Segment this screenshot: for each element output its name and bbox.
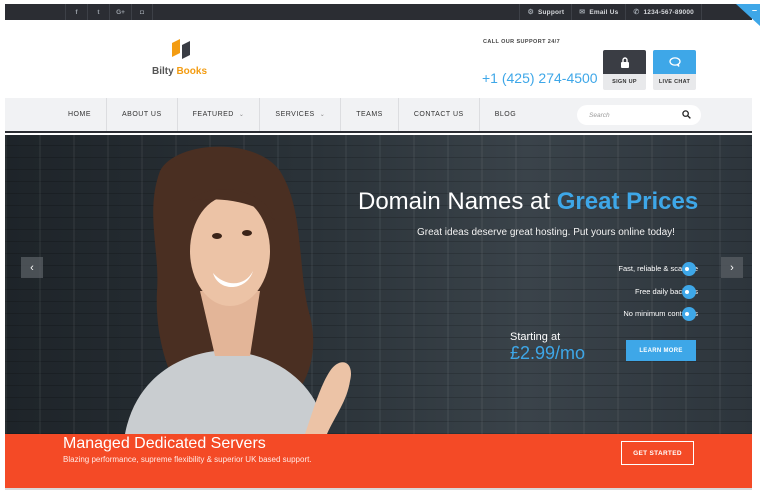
search-input[interactable] xyxy=(589,108,679,122)
nav-items: HOME ABOUT US FEATURED ⌄ SERVICES ⌄ TEAMS … xyxy=(53,98,531,131)
logo-text[interactable]: Bilty Books xyxy=(152,66,207,77)
banner-title: Managed Dedicated Servers xyxy=(63,435,266,452)
nav-item-services[interactable]: SERVICES ⌄ xyxy=(260,98,342,131)
divider xyxy=(5,488,752,490)
minus-icon: – xyxy=(751,5,757,15)
chevron-left-icon: ‹ xyxy=(30,261,34,274)
logo-text-accent: Books xyxy=(176,66,208,77)
chevron-down-icon: ⌄ xyxy=(319,112,326,118)
live-chat-button[interactable]: LIVE CHAT xyxy=(653,50,696,90)
search-box xyxy=(577,105,701,125)
top-contact-links: ⚙ Support ✉ Email Us ✆ 1234-567-89000 xyxy=(519,4,702,20)
search-icon[interactable] xyxy=(682,110,691,119)
feature-bullet-icon xyxy=(682,307,696,321)
phone-link-label: 1234-567-89000 xyxy=(643,8,694,16)
slider-prev-button[interactable]: ‹ xyxy=(21,257,43,278)
social-links: f t G+ ◘ xyxy=(65,4,153,20)
top-bar: f t G+ ◘ ⚙ Support ✉ Email Us ✆ 1234-567… xyxy=(5,4,752,20)
logo-text-main: Bilty xyxy=(152,66,174,77)
twitter-icon[interactable]: t xyxy=(87,4,109,20)
nav-item-label: FEATURED xyxy=(192,111,234,118)
support-link[interactable]: ⚙ Support xyxy=(519,4,571,20)
hero-title-accent: Great Prices xyxy=(556,188,699,215)
support-phone[interactable]: +1 (425) 274-4500 xyxy=(482,70,598,86)
envelope-icon: ✉ xyxy=(579,9,586,16)
nav-item-label: CONTACT US xyxy=(413,111,464,118)
phone-link[interactable]: ✆ 1234-567-89000 xyxy=(625,4,702,20)
hero-subtitle: Great ideas deserve great hosting. Put y… xyxy=(417,227,675,238)
nav-item-label: TEAMS xyxy=(356,111,383,118)
lock-icon xyxy=(603,50,646,74)
hero-title: Domain Names at Great Prices xyxy=(358,188,698,216)
hero-slider: ‹ › xyxy=(5,135,752,434)
page: f t G+ ◘ ⚙ Support ✉ Email Us ✆ 1234-567… xyxy=(0,0,760,495)
feature-bullet-icon xyxy=(682,262,696,276)
instagram-icon[interactable]: ◘ xyxy=(131,4,153,20)
feature-bullet-icon xyxy=(682,285,696,299)
phone-icon: ✆ xyxy=(633,9,640,16)
live-chat-label: LIVE CHAT xyxy=(658,79,691,85)
nav-item-home[interactable]: HOME xyxy=(53,98,107,131)
chevron-down-icon: ⌄ xyxy=(238,112,245,118)
starting-at-label: Starting at xyxy=(510,331,561,343)
nav-item-label: ABOUT US xyxy=(122,111,162,118)
facebook-icon[interactable]: f xyxy=(65,4,87,20)
nav-item-label: BLOG xyxy=(494,111,517,118)
promo-banner: Managed Dedicated Servers Blazing perfor… xyxy=(5,434,752,488)
google-plus-icon[interactable]: G+ xyxy=(109,4,131,20)
chevron-right-icon: › xyxy=(730,261,734,274)
support-link-label: Support xyxy=(537,8,565,16)
hero-woman-image xyxy=(125,146,351,434)
main-nav: HOME ABOUT US FEATURED ⌄ SERVICES ⌄ TEAMS … xyxy=(5,98,752,133)
nav-item-blog[interactable]: BLOG xyxy=(480,98,531,131)
learn-more-button[interactable]: LEARN MORE xyxy=(626,340,696,361)
signup-button[interactable]: SIGN UP xyxy=(603,50,646,90)
email-link[interactable]: ✉ Email Us xyxy=(571,4,625,20)
nav-item-label: HOME xyxy=(68,111,91,118)
nav-item-teams[interactable]: TEAMS xyxy=(341,98,399,131)
signup-label: SIGN UP xyxy=(612,79,637,85)
price-label: £2.99/mo xyxy=(510,343,586,363)
slider-next-button[interactable]: › xyxy=(721,257,743,278)
nav-item-contact-us[interactable]: CONTACT US xyxy=(399,98,480,131)
email-link-label: Email Us xyxy=(589,8,619,16)
nav-item-featured[interactable]: FEATURED ⌄ xyxy=(178,98,261,131)
gear-icon: ⚙ xyxy=(527,9,534,16)
get-started-button[interactable]: GET STARTED xyxy=(621,441,694,465)
support-caption: CALL OUR SUPPORT 24/7 xyxy=(483,39,561,45)
chat-bubble-icon xyxy=(653,50,696,74)
hero-title-main: Domain Names at xyxy=(358,188,557,215)
banner-subtitle: Blazing performance, supreme flexibility… xyxy=(63,455,312,464)
logo-icon[interactable] xyxy=(170,37,192,61)
nav-item-label: SERVICES xyxy=(275,111,315,118)
nav-item-about-us[interactable]: ABOUT US xyxy=(107,98,178,131)
